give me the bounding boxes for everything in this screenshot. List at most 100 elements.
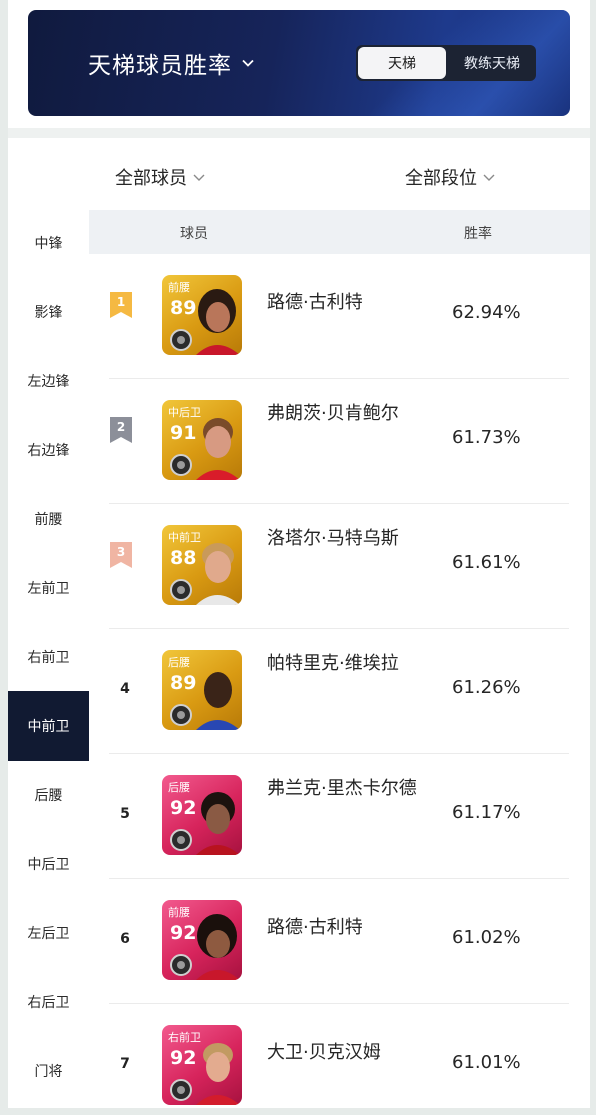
tab-ladder[interactable]: 天梯: [358, 47, 446, 79]
sidebar-item-ss[interactable]: 影锋: [8, 277, 89, 347]
sidebar-item-lmf[interactable]: 左前卫: [8, 553, 89, 623]
player-position: 中后卫: [168, 406, 201, 419]
player-name: 路德·古利特: [267, 917, 363, 938]
sidebar-item-label: 影锋: [34, 305, 63, 321]
chevron-down-icon: [242, 59, 254, 67]
page-title: 天梯球员胜率: [88, 53, 232, 79]
rank-number: 7: [120, 1056, 130, 1072]
sidebar-item-label: 前腰: [34, 512, 63, 528]
player-rating: 91: [170, 422, 197, 444]
rank-number: 3: [116, 545, 126, 559]
tab-coach-ladder[interactable]: 教练天梯: [448, 45, 536, 81]
rank-number: 5: [120, 806, 130, 822]
chevron-down-icon: [193, 174, 205, 181]
player-position: 后腰: [168, 781, 190, 794]
sidebar-item-label: 中锋: [34, 236, 63, 252]
rank-ribbon: 3: [110, 542, 132, 568]
sidebar-item-label: 中后卫: [27, 857, 70, 873]
sidebar-item-gk[interactable]: 门将: [8, 1036, 89, 1106]
sidebar-item-label: 左后卫: [27, 926, 70, 942]
player-filter-label: 全部球员: [115, 168, 187, 189]
win-rate: 61.61%: [452, 552, 521, 573]
card-badge-icon: [170, 829, 192, 851]
card-badge-icon: [170, 704, 192, 726]
mode-tabs: 天梯 教练天梯: [356, 45, 536, 81]
sidebar-item-rwf[interactable]: 右边锋: [8, 415, 89, 485]
player-name: 帕特里克·维埃拉: [267, 653, 399, 674]
sidebar-item-label: 右前卫: [27, 650, 70, 666]
sidebar-item-cmf[interactable]: 中前卫: [8, 691, 89, 761]
chevron-down-icon: [483, 174, 495, 181]
player-card[interactable]: 后腰 92: [162, 775, 242, 855]
rank-filter-label: 全部段位: [405, 168, 477, 189]
table-row[interactable]: 7 右前卫 92 大卫·贝克汉姆 61.01%: [109, 1004, 569, 1108]
app-frame: 天梯球员胜率 天梯 教练天梯 全部球员 全部段位 中锋 影锋 左边锋 右边锋 前…: [8, 0, 590, 1108]
player-card[interactable]: 中后卫 91: [162, 400, 242, 480]
win-rate: 61.26%: [452, 677, 521, 698]
sidebar-item-rb[interactable]: 右后卫: [8, 967, 89, 1037]
rank-number: 6: [120, 931, 130, 947]
sidebar-item-label: 右边锋: [27, 443, 70, 459]
player-name: 弗朗茨·贝肯鲍尔: [267, 403, 399, 424]
player-rating: 89: [170, 672, 197, 694]
title-dropdown[interactable]: 天梯球员胜率: [88, 46, 254, 80]
sidebar-item-label: 后腰: [34, 788, 63, 804]
player-card[interactable]: 中前卫 88: [162, 525, 242, 605]
column-header-player: 球员: [180, 226, 208, 242]
player-portrait-icon: [196, 792, 240, 855]
win-rate: 61.02%: [452, 927, 521, 948]
player-card[interactable]: 右前卫 92: [162, 1025, 242, 1105]
player-name: 路德·古利特: [267, 292, 363, 313]
rank-number: 1: [116, 295, 126, 309]
win-rate: 61.01%: [452, 1052, 521, 1073]
sidebar-item-dmf[interactable]: 后腰: [8, 760, 89, 830]
card-badge-icon: [170, 954, 192, 976]
header-banner: 天梯球员胜率 天梯 教练天梯: [28, 10, 570, 116]
table-row[interactable]: 6 前腰 92 路德·古利特 61.02%: [109, 879, 569, 1004]
player-rating: 92: [170, 1047, 197, 1069]
rank-ribbon: 1: [110, 292, 132, 318]
player-name: 洛塔尔·马特乌斯: [267, 528, 399, 549]
sidebar-item-cb[interactable]: 中后卫: [8, 829, 89, 899]
player-portrait-icon: [196, 289, 240, 355]
sidebar-item-cf[interactable]: 中锋: [8, 208, 89, 278]
sidebar-item-lb[interactable]: 左后卫: [8, 898, 89, 968]
sidebar-item-lwf[interactable]: 左边锋: [8, 346, 89, 416]
sidebar-item-label: 中前卫: [27, 719, 70, 735]
table-row[interactable]: 2 中后卫 91 弗朗茨·贝肯鲍尔 61.73%: [109, 379, 569, 504]
player-position: 中前卫: [168, 531, 201, 544]
card-badge-icon: [170, 454, 192, 476]
table-row[interactable]: 1 前腰 89 路德·古利特 62.94%: [109, 254, 569, 379]
player-name: 大卫·贝克汉姆: [267, 1042, 381, 1063]
player-rating: 92: [170, 797, 197, 819]
sidebar-item-rmf[interactable]: 右前卫: [8, 622, 89, 692]
player-card[interactable]: 前腰 89: [162, 275, 242, 355]
table-row[interactable]: 3 中前卫 88 洛塔尔·马特乌斯 61.61%: [109, 504, 569, 629]
rank-number: 4: [120, 681, 130, 697]
player-position: 右前卫: [168, 1031, 201, 1044]
table-row[interactable]: 4 后腰 89 帕特里克·维埃拉 61.26%: [109, 629, 569, 754]
card-badge-icon: [170, 1079, 192, 1101]
player-position: 前腰: [168, 906, 190, 919]
rank-filter-dropdown[interactable]: 全部段位: [405, 164, 495, 190]
sidebar-item-amf[interactable]: 前腰: [8, 484, 89, 554]
sidebar-item-label: 门将: [34, 1064, 63, 1080]
sidebar-item-label: 左边锋: [27, 374, 70, 390]
column-header-win-rate: 胜率: [464, 226, 492, 242]
sidebar-item-label: 左前卫: [27, 581, 70, 597]
sidebar-item-label: 右后卫: [27, 995, 70, 1011]
player-card[interactable]: 前腰 92: [162, 900, 242, 980]
player-portrait-icon: [196, 672, 240, 730]
card-badge-icon: [170, 579, 192, 601]
player-position: 前腰: [168, 281, 190, 294]
rank-ribbon: 2: [110, 417, 132, 443]
player-position: 后腰: [168, 656, 190, 669]
player-name: 弗兰克·里杰卡尔德: [267, 778, 417, 799]
player-rating: 88: [170, 547, 197, 569]
player-rating: 89: [170, 297, 197, 319]
player-card[interactable]: 后腰 89: [162, 650, 242, 730]
table-row[interactable]: 5 后腰 92 弗兰克·里杰卡尔德 61.17%: [109, 754, 569, 879]
win-rate: 62.94%: [452, 302, 521, 323]
player-filter-dropdown[interactable]: 全部球员: [115, 164, 205, 190]
win-rate: 61.73%: [452, 427, 521, 448]
